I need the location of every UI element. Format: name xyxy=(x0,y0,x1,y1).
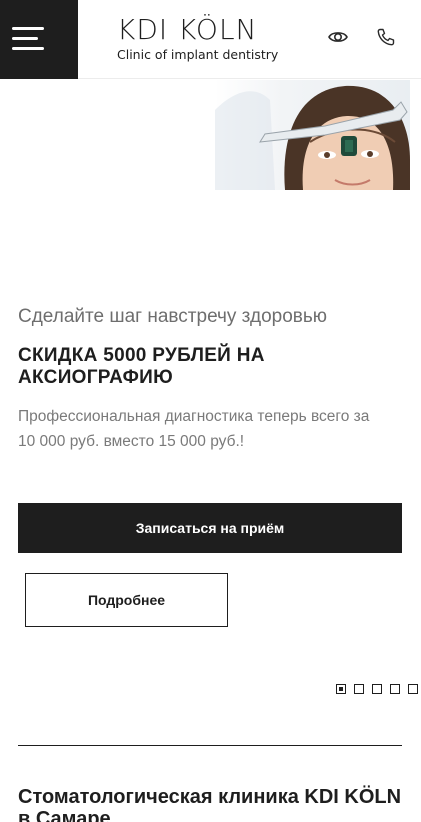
slider-dot-4[interactable] xyxy=(390,684,400,694)
book-appointment-button[interactable]: Записаться на приём xyxy=(18,503,402,553)
slider-dot-5[interactable] xyxy=(408,684,418,694)
slider-pagination xyxy=(336,684,418,694)
logo-subtitle: Clinic of implant dentistry xyxy=(117,47,279,62)
clinic-section-title: Стоматологическая клиника KDI KÖLN в Сам… xyxy=(18,786,402,822)
slider-dot-1[interactable] xyxy=(336,684,346,694)
hero-image xyxy=(215,80,410,190)
hamburger-menu-icon xyxy=(12,27,44,30)
phone-icon[interactable] xyxy=(375,26,397,48)
logo-title: KDI KÖLN xyxy=(117,13,258,46)
hamburger-line xyxy=(12,37,38,40)
promo-description: Профессиональная диагностика теперь всег… xyxy=(18,408,370,450)
more-details-button[interactable]: Подробнее xyxy=(25,573,228,627)
slider-dot-2[interactable] xyxy=(354,684,364,694)
site-logo[interactable]: KDI KÖLN Clinic of implant dentistry xyxy=(117,14,282,66)
hamburger-line xyxy=(12,47,44,50)
section-divider xyxy=(18,745,402,746)
promo-title: СКИДКА 5000 РУБЛЕЙ НА АКСИОГРАФИЮ xyxy=(18,345,265,388)
site-header: KDI KÖLN Clinic of implant dentistry xyxy=(0,0,421,79)
slider-dot-3[interactable] xyxy=(372,684,382,694)
eye-icon[interactable] xyxy=(327,26,349,48)
menu-button[interactable] xyxy=(0,0,78,79)
hero-tagline: Сделайте шаг навстречу здоровью xyxy=(18,306,328,327)
